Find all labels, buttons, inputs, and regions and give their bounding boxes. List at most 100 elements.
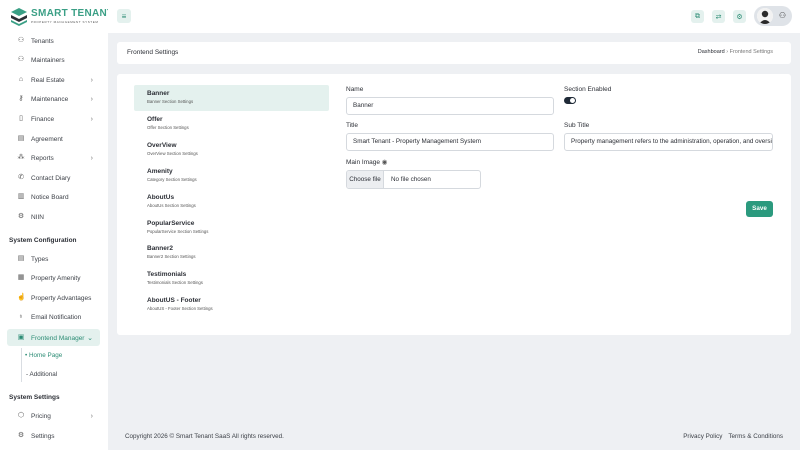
chevron-right-icon: ›	[90, 412, 93, 420]
tab-banner[interactable]: Banner Banner Section Settings	[147, 90, 193, 104]
sidebar-subitem-label: Additional	[29, 371, 58, 378]
brand-subtitle: PROPERTY MANAGEMENT SYSTEM	[31, 20, 99, 24]
file-icon: ▯	[19, 115, 23, 122]
translate-icon: ⇄	[715, 13, 722, 21]
sidebar-item-pricing[interactable]: ⬡ Pricing ›	[0, 407, 108, 425]
title-label: Title	[346, 122, 359, 129]
tab-title: OverView	[147, 142, 177, 149]
board-icon: ▥	[17, 193, 25, 200]
choose-file-button[interactable]: Choose file	[347, 171, 384, 188]
tab-title: AboutUs	[147, 194, 175, 201]
sidebar-item-reports[interactable]: ⁂ Reports ›	[0, 149, 108, 167]
section-enabled-label: Section Enabled	[564, 86, 612, 93]
sidebar-item-label: Tenants	[31, 37, 54, 45]
sidebar-item-niin[interactable]: ⚙ NIIN	[0, 208, 108, 226]
tab-overview[interactable]: OverView OverView Section Settings	[147, 142, 198, 156]
document-icon: ▤	[17, 135, 25, 142]
sidebar-item-property-amenity[interactable]: ▦ Property Amenity	[0, 269, 108, 287]
sidebar-item-label: Contact Diary	[31, 174, 71, 182]
section-title-system-settings: System Settings	[9, 394, 60, 401]
breadcrumb-current: Frontend Settings	[729, 49, 773, 55]
tab-amenity[interactable]: Amenity Category Section Settings	[147, 168, 197, 182]
brand-logo[interactable]: SMART TENANT PROPERTY MANAGEMENT SYSTEM	[9, 6, 113, 26]
sidebar-item-label: Property Amenity	[31, 274, 81, 282]
sidebar-item-notice-board[interactable]: ▥ Notice Board	[0, 188, 108, 206]
sidebar-item-frontend-manager[interactable]: ▣ Frontend Manager ⌄	[0, 329, 108, 347]
topbar: ≡ ⧉ ⇄ ⚙ ⚇	[108, 0, 800, 33]
sidebar-item-real-estate[interactable]: ⌂ Real Estate ›	[0, 71, 108, 89]
tab-title: Offer	[147, 116, 163, 123]
tab-subtitle: Banner2 Section Settings	[147, 254, 196, 259]
tab-subtitle: Offer Section Settings	[147, 125, 189, 130]
main-image-file-input[interactable]: Choose file No file chosen	[346, 170, 481, 189]
language-button[interactable]: ⇄	[712, 10, 725, 23]
user-icon: ⚇	[17, 37, 25, 44]
bell-icon: ♁	[18, 313, 24, 320]
terms-link[interactable]: Terms & Conditions	[728, 433, 783, 440]
sidebar-item-label: Frontend Manager	[31, 334, 85, 342]
tab-title: Banner	[147, 90, 170, 97]
copy-button[interactable]: ⧉	[691, 10, 704, 23]
avatar-icon	[757, 8, 773, 24]
gear-icon: ⚙	[17, 432, 25, 439]
sidebar-subitem-home-page[interactable]: • Home Page	[25, 352, 62, 359]
privacy-policy-link[interactable]: Privacy Policy	[683, 433, 722, 440]
chevron-right-icon: ›	[90, 115, 93, 123]
sidebar-item-finance[interactable]: ▯ Finance ›	[0, 110, 108, 128]
tab-subtitle: Banner Section Settings	[147, 99, 194, 104]
gear-icon: ⚙	[17, 213, 25, 220]
phone-icon: ✆	[18, 174, 24, 181]
tab-aboutus[interactable]: AboutUs AboutUs Section Settings	[147, 194, 196, 208]
sidebar-item-property-advantages[interactable]: ☝ Property Advantages	[0, 289, 108, 307]
tab-title: PopularService	[147, 220, 195, 227]
sidebar-item-email-notification[interactable]: ♁ Email Notification	[0, 308, 108, 326]
menu-toggle-button[interactable]: ≡	[117, 9, 131, 23]
sidebar-item-maintenance[interactable]: ⚷ Maintenance ›	[0, 90, 108, 108]
profile-menu[interactable]: ⚇	[754, 6, 792, 26]
tab-title: AboutUS - Footer	[147, 297, 201, 304]
home-icon: ⌂	[18, 76, 24, 83]
tab-aboutus-footer[interactable]: AboutUS - Footer AboutUS - Footer Sectio…	[147, 297, 213, 311]
sidebar-item-label: Maintainers	[31, 56, 65, 64]
sidebar-item-agreement[interactable]: ▤ Agreement	[0, 130, 108, 148]
user-plus-icon: ⚇	[778, 11, 786, 20]
toggle-knob	[570, 98, 575, 103]
sidebar-item-types[interactable]: ▤ Types	[0, 250, 108, 268]
main-image-label: Main Image ◉	[346, 158, 387, 166]
logo-mark-icon	[11, 8, 27, 26]
tab-popularservice[interactable]: PopularService PopularService Section Se…	[147, 220, 208, 234]
sidebar-item-label: Reports	[31, 154, 54, 162]
eye-icon[interactable]: ◉	[382, 159, 388, 166]
subtitle-label: Sub Title	[564, 122, 590, 129]
title-input[interactable]: Smart Tenant - Property Management Syste…	[346, 133, 554, 151]
sidebar-item-label: Agreement	[31, 135, 63, 143]
brand-title: SMART TENANT	[31, 8, 114, 19]
tab-title: Amenity	[147, 168, 173, 175]
tab-title: Banner2	[147, 245, 174, 252]
tab-banner2[interactable]: Banner2 Banner2 Section Settings	[147, 245, 196, 259]
tab-testimonials[interactable]: Testimonials Testimonials Section Settin…	[147, 271, 203, 285]
tab-subtitle: OverView Section Settings	[147, 151, 198, 156]
box-icon: ⬡	[17, 412, 25, 419]
sidebar-item-label: Property Advantages	[31, 294, 92, 302]
save-button[interactable]: Save	[746, 201, 773, 217]
tab-offer[interactable]: Offer Offer Section Settings	[147, 116, 189, 130]
name-input[interactable]: Banner	[346, 97, 554, 115]
sidebar-subitem-additional[interactable]: - Additional	[26, 371, 57, 378]
section-enabled-toggle[interactable]	[564, 97, 576, 104]
avatar	[757, 8, 773, 24]
thumbs-up-icon: ☝	[17, 294, 26, 301]
settings-button[interactable]: ⚙	[733, 10, 746, 23]
sidebar-item-label: NIIN	[31, 213, 44, 221]
breadcrumb-dashboard[interactable]: Dashboard	[698, 49, 725, 55]
breadcrumb-separator: ›	[726, 49, 729, 55]
sidebar-item-maintainers[interactable]: ⚇ Maintainers	[0, 51, 108, 69]
gear-icon: ⚙	[736, 13, 743, 21]
page-title: Frontend Settings	[127, 49, 179, 56]
sidebar-item-contact-diary[interactable]: ✆ Contact Diary	[0, 169, 108, 187]
subtitle-input[interactable]: Property management refers to the admini…	[564, 133, 773, 151]
sidebar-item-tenants[interactable]: ⚇ Tenants	[0, 32, 108, 50]
user-plus-icon: ⚇	[17, 56, 25, 63]
report-icon: ⁂	[17, 154, 25, 161]
sidebar-item-settings[interactable]: ⚙ Settings	[0, 427, 108, 445]
